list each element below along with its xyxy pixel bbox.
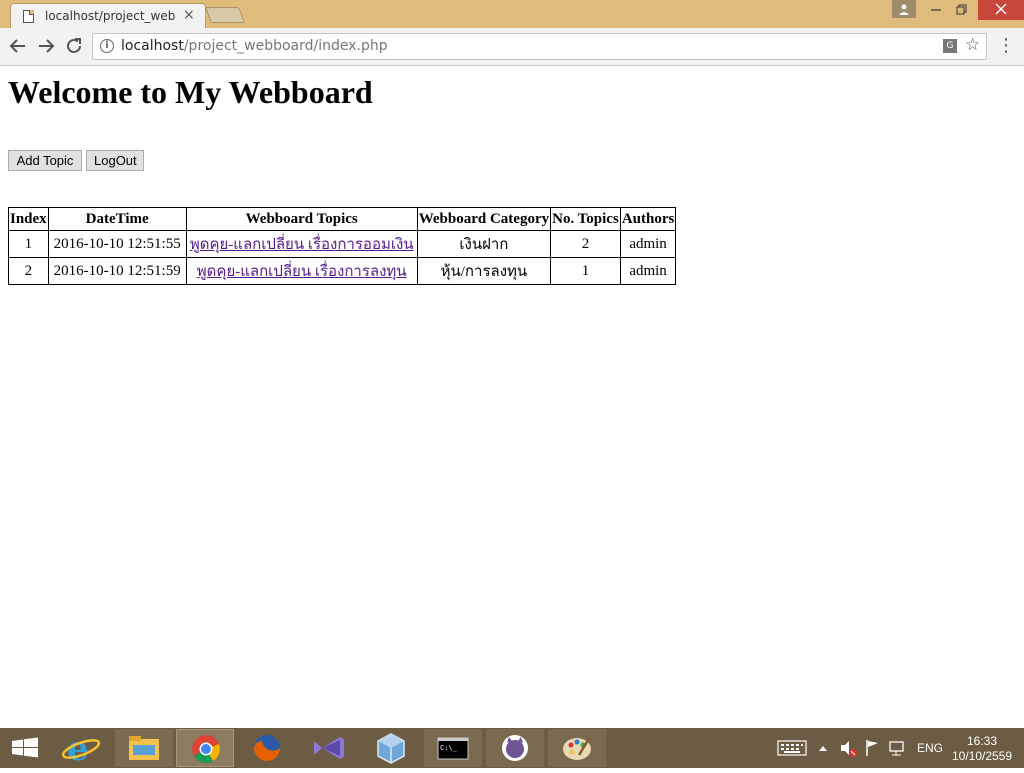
column-header-category: Webboard Category	[416, 207, 552, 231]
cell-author: admin	[619, 230, 677, 258]
address-bar[interactable]: i localhost/project_webboard/index.php G…	[92, 33, 987, 60]
column-header-index: Index	[8, 207, 49, 231]
page-icon	[23, 10, 34, 23]
internet-explorer-icon[interactable]: e	[55, 729, 113, 769]
new-tab-button[interactable]	[205, 7, 245, 23]
column-header-topics: Webboard Topics	[185, 207, 418, 231]
language-indicator[interactable]: ENG	[914, 728, 946, 768]
cell-topic: พูดคุย-แลกเปลี่ยน เรื่องการลงทุน	[185, 257, 418, 285]
column-header-datetime: DateTime	[47, 207, 187, 231]
cell-category: เงินฝาก	[416, 230, 552, 258]
cell-index: 1	[8, 230, 49, 258]
volume-muted-icon[interactable]	[838, 728, 858, 768]
action-center-flag-icon[interactable]	[862, 728, 882, 768]
minimize-icon[interactable]	[924, 0, 948, 20]
taskbar: e C:\_ ENG 16:33 10/10/2559	[0, 728, 1024, 769]
info-icon[interactable]: i	[100, 39, 114, 53]
cell-category: หุ้น/การลงทุน	[416, 257, 552, 285]
touch-keyboard-icon[interactable]	[776, 728, 808, 768]
url-host: localhost	[121, 38, 184, 54]
topics-table: Index DateTime Webboard Topics Webboard …	[8, 207, 677, 285]
firefox-icon[interactable]	[238, 729, 296, 767]
cell-topic: พูดคุย-แลกเปลี่ยน เรื่องการออมเงิน	[185, 230, 418, 258]
cell-no-topics: 1	[550, 257, 621, 285]
chrome-icon[interactable]	[176, 729, 234, 767]
tab-close-icon[interactable]: ×	[183, 7, 195, 23]
column-header-authors: Authors	[619, 207, 677, 231]
url-path: /project_webboard/index.php	[183, 38, 388, 54]
restore-icon[interactable]	[950, 0, 974, 20]
cell-datetime: 2016-10-10 12:51:55	[47, 230, 187, 258]
show-hidden-icons-icon[interactable]	[816, 728, 830, 768]
svg-text:C:\_: C:\_	[440, 744, 458, 752]
window-close-icon[interactable]	[978, 0, 1024, 20]
add-topic-button[interactable]: Add Topic	[8, 150, 82, 171]
taskbar-clock[interactable]: 16:33 10/10/2559	[946, 734, 1018, 764]
cell-no-topics: 2	[550, 230, 621, 258]
forward-icon[interactable]	[34, 34, 58, 58]
table-header-row: Index DateTime Webboard Topics Webboard …	[8, 207, 677, 231]
visual-studio-icon[interactable]	[300, 729, 358, 767]
menu-icon[interactable]: ⋮	[996, 34, 1016, 58]
cell-datetime: 2016-10-10 12:51:59	[47, 257, 187, 285]
browser-toolbar: i localhost/project_webboard/index.php G…	[0, 28, 1024, 66]
file-explorer-icon[interactable]	[115, 729, 173, 767]
paint-icon[interactable]	[548, 729, 606, 767]
back-icon[interactable]	[6, 34, 30, 58]
column-header-no-topics: No. Topics	[550, 207, 621, 231]
topic-link[interactable]: พูดคุย-แลกเปลี่ยน เรื่องการออมเงิน	[190, 237, 414, 253]
tab-title: localhost/project_webboard/index.php	[45, 9, 175, 23]
command-prompt-icon[interactable]: C:\_	[424, 729, 482, 767]
url-text: localhost/project_webboard/index.php	[121, 38, 388, 54]
github-icon[interactable]	[486, 729, 544, 767]
start-icon[interactable]	[0, 729, 50, 767]
page-content: Welcome to My Webboard Add Topic LogOut …	[0, 66, 1024, 728]
translate-icon[interactable]: G	[943, 39, 957, 53]
cell-index: 2	[8, 257, 49, 285]
clock-time: 16:33	[966, 734, 998, 748]
network-icon[interactable]	[886, 728, 908, 768]
user-profile-icon[interactable]	[892, 0, 916, 18]
table-row: 2 2016-10-10 12:51:59 พูดคุย-แลกเปลี่ยน …	[8, 257, 677, 285]
browser-tab[interactable]: localhost/project_webboard/index.php ×	[10, 3, 206, 28]
topic-link[interactable]: พูดคุย-แลกเปลี่ยน เรื่องการลงทุน	[197, 264, 407, 280]
virtualbox-icon[interactable]	[362, 729, 420, 767]
table-row: 1 2016-10-10 12:51:55 พูดคุย-แลกเปลี่ยน …	[8, 230, 677, 258]
clock-date: 10/10/2559	[951, 749, 1013, 763]
reload-icon[interactable]	[62, 34, 86, 58]
cell-author: admin	[619, 257, 677, 285]
page-title: Welcome to My Webboard	[8, 74, 373, 110]
logout-button[interactable]: LogOut	[86, 150, 144, 171]
browser-tab-strip: localhost/project_webboard/index.php ×	[0, 0, 1024, 28]
bookmark-star-icon[interactable]: ☆	[965, 35, 980, 55]
